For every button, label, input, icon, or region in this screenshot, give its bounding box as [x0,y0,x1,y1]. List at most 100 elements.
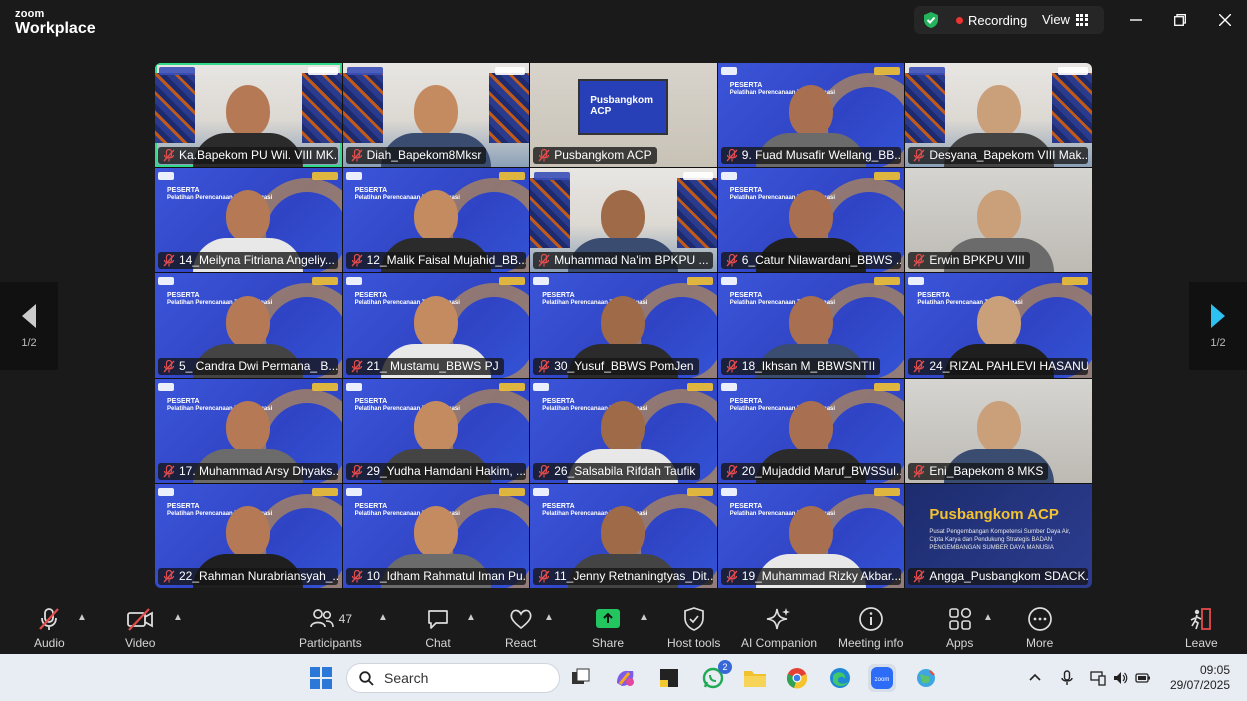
shield-icon[interactable] [922,11,940,29]
react-button[interactable]: React [505,606,536,650]
recording-indicator[interactable]: Recording [956,13,1027,28]
microphone-muted-icon [538,569,550,583]
microphone-icon[interactable] [1059,670,1075,686]
minimize-button[interactable] [1122,8,1150,32]
clock-time: 09:05 [1199,663,1230,677]
task-view-button[interactable] [567,664,595,692]
participant-tile[interactable]: PESERTA Pelatihan Perencanaan Teknis Irig… [155,378,342,483]
meeting-toolbar: Audio ▲ Video ▲ 47 Participants ▲ Chat ▲… [0,600,1247,654]
logo-icon [874,67,901,75]
chrome-button[interactable] [783,664,811,692]
recording-dot-icon [956,17,963,24]
participant-tile[interactable]: PESERTA Pelatihan Perencanaan Teknis Irig… [155,483,342,588]
maps-button[interactable] [912,664,940,692]
batik-pattern [489,73,530,143]
close-button[interactable] [1211,8,1239,32]
participant-tile[interactable]: PESERTA Pelatihan Perencanaan Teknis Irig… [717,63,905,168]
previous-page-button[interactable]: 1/2 [0,282,58,370]
share-options-caret-icon[interactable]: ▲ [639,612,649,623]
participants-options-caret-icon[interactable]: ▲ [378,612,388,623]
participant-tile[interactable]: PESERTA Pelatihan Perencanaan Teknis Irig… [717,483,905,588]
whatsapp-badge: 2 [718,660,732,674]
participant-tile[interactable]: Erwin BPKPU VIII [905,168,1092,273]
participant-name: Angga_Pusbangkom SDACK... [929,568,1089,583]
participant-tile[interactable]: Ka.Bapekom PU Wil. VIII MK... [155,63,342,168]
microphone-muted-icon [913,149,925,162]
participants-button[interactable]: 47 Participants [299,606,362,650]
react-options-caret-icon[interactable]: ▲ [544,612,554,623]
edge-button[interactable] [826,664,854,692]
chat-button[interactable]: Chat [425,606,451,650]
video-options-caret-icon[interactable]: ▲ [173,612,183,623]
grid-view-icon [1075,13,1088,26]
react-label: React [505,636,537,650]
more-button[interactable]: More [1026,606,1053,650]
next-page-button[interactable]: 1/2 [1189,282,1247,370]
participant-name: Erwin BPKPU VIII [929,253,1025,268]
edge-icon [830,668,850,688]
participant-tile[interactable]: Desyana_Bapekom VIII Mak... [905,63,1092,168]
participant-tile[interactable]: PESERTA Pelatihan Perencanaan Teknis Irig… [717,378,905,483]
meeting-info-button[interactable]: Meeting info [838,606,903,650]
microphone-muted-icon [726,149,738,162]
batik-pattern [155,73,195,143]
network-icon[interactable] [1090,670,1106,686]
participant-tile[interactable]: PESERTA Pelatihan Perencanaan Teknis Irig… [342,168,530,273]
view-button[interactable]: View [1042,12,1088,27]
audio-button[interactable]: Audio [34,606,65,650]
logo-icon [499,172,526,181]
apps-options-caret-icon[interactable]: ▲ [983,612,993,623]
participant-tile[interactable]: PESERTA Pelatihan Perencanaan Teknis Irig… [717,273,905,378]
participant-tile[interactable]: PESERTA Pelatihan Perencanaan Teknis Irig… [530,378,717,483]
start-button[interactable] [307,664,335,692]
volume-icon[interactable] [1112,670,1128,686]
leave-button[interactable]: Leave [1185,606,1218,650]
restore-button[interactable] [1166,8,1194,32]
batik-pattern [301,73,342,143]
chat-options-caret-icon[interactable]: ▲ [466,612,476,623]
logo-icon [682,172,713,181]
microphone-muted-icon [726,254,738,267]
participant-tile[interactable]: PESERTA Pelatihan Perencanaan Teknis Irig… [905,273,1092,378]
video-button[interactable]: Video [125,606,155,650]
participant-tile[interactable]: Eni_Bapekom 8 MKS [905,378,1092,483]
chevron-right-icon [1211,304,1225,328]
apps-button[interactable]: Apps [946,606,973,650]
participant-tile[interactable]: Diah_Bapekom8Mksr [342,63,530,168]
heart-icon [510,609,532,630]
participant-tile[interactable]: Muhammad Na'im BPKPU ... [530,168,717,273]
title-bar: zoom Workplace Recording View [0,0,1247,42]
participant-tile[interactable]: Pusbangkom ACP Pusbangkom ACP [530,63,717,168]
logo-icon [686,382,713,391]
audio-label: Audio [34,636,65,650]
participant-tile[interactable]: PESERTA Pelatihan Perencanaan Teknis Irig… [342,273,530,378]
chevron-up-icon[interactable] [1027,670,1043,686]
taskbar-clock[interactable]: 09:05 29/07/2025 [1160,663,1230,693]
participant-tile[interactable]: PESERTA Pelatihan Perencanaan Teknis Irig… [342,378,530,483]
info-icon [858,607,883,631]
participant-tile[interactable]: PESERTA Pelatihan Perencanaan Teknis Irig… [155,273,342,378]
chrome-icon [786,668,808,689]
audio-options-caret-icon[interactable]: ▲ [77,612,87,623]
participant-tile[interactable]: PESERTA Pelatihan Perencanaan Teknis Irig… [155,168,342,273]
sticky-notes-button[interactable] [655,664,683,692]
participant-tile[interactable]: PESERTA Pelatihan Perencanaan Teknis Irig… [530,483,717,588]
host-tools-button[interactable]: Host tools [667,606,720,650]
ai-companion-button[interactable]: AI Companion [741,606,817,650]
file-explorer-button[interactable] [741,664,769,692]
logo-icon [874,382,901,391]
participant-name-label: Diah_Bapekom8Mksr [345,147,487,165]
taskbar-search[interactable]: Search [346,663,560,693]
share-button[interactable]: Share [592,606,624,650]
battery-icon[interactable] [1135,670,1151,686]
participant-tile[interactable]: PESERTA Pelatihan Perencanaan Teknis Irig… [717,168,905,273]
zoom-taskbar-button[interactable]: zoom [868,664,896,692]
participant-tile[interactable]: Pusbangkom ACP Pusat Pengembangan Kompete… [905,483,1092,588]
whatsapp-button[interactable]: 2 [699,660,732,692]
apps-label: Apps [946,636,974,650]
microphone-muted-icon [726,464,738,478]
leave-label: Leave [1185,636,1218,650]
copilot-button[interactable] [611,664,639,692]
participant-tile[interactable]: PESERTA Pelatihan Perencanaan Teknis Irig… [342,483,530,588]
participant-tile[interactable]: PESERTA Pelatihan Perencanaan Teknis Irig… [530,273,717,378]
